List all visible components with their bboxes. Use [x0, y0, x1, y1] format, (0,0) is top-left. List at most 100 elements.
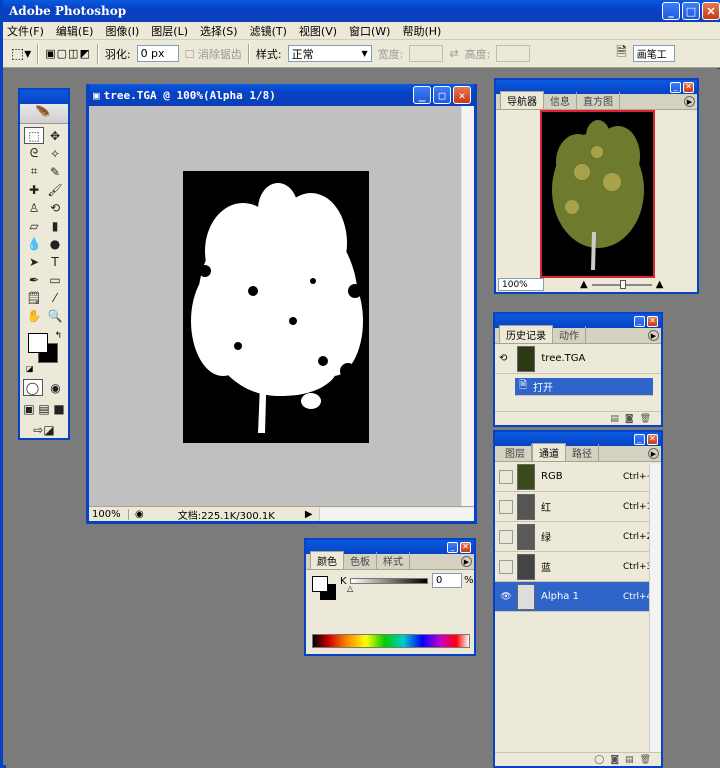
- channel-row-red[interactable]: 红 Ctrl+1: [495, 492, 661, 522]
- jump-to-imageready-icon[interactable]: ⇨◪: [26, 421, 62, 438]
- tab-histogram[interactable]: 直方图: [577, 92, 620, 109]
- load-channel-as-selection-icon[interactable]: ◯: [594, 755, 604, 765]
- gradient-tool-icon[interactable]: ▮: [45, 217, 65, 234]
- palette-well-icon[interactable]: 🗎: [616, 43, 626, 65]
- foreground-color-swatch[interactable]: [28, 333, 48, 353]
- create-snapshot-icon[interactable]: ◙: [625, 414, 634, 424]
- blur-tool-icon[interactable]: 💧: [24, 235, 44, 252]
- channels-close-button[interactable]: ✕: [647, 433, 658, 445]
- k-value-input[interactable]: 0: [432, 573, 462, 588]
- menu-file[interactable]: 文件(F): [7, 23, 44, 39]
- navigator-thumbnail[interactable]: [540, 110, 655, 278]
- tab-layers[interactable]: 图层: [499, 444, 532, 461]
- move-tool-icon[interactable]: ✥: [45, 127, 65, 144]
- delete-state-icon[interactable]: 🗑: [640, 414, 651, 424]
- lasso-tool-icon[interactable]: ᘓ: [24, 145, 44, 162]
- feather-input[interactable]: 0 px: [136, 45, 179, 62]
- width-input[interactable]: [409, 45, 444, 62]
- eraser-tool-icon[interactable]: ▱: [24, 217, 44, 234]
- channels-minimize-button[interactable]: _: [634, 433, 645, 445]
- new-channel-icon[interactable]: ▤: [625, 755, 634, 765]
- history-snapshot[interactable]: ⟲ tree.TGA: [495, 344, 661, 374]
- type-tool-icon[interactable]: T: [45, 253, 65, 270]
- zoom-out-icon[interactable]: ▲: [580, 279, 588, 290]
- clone-stamp-tool-icon[interactable]: ♙: [24, 199, 44, 216]
- tab-history[interactable]: 历史记录: [499, 325, 553, 343]
- navigator-zoom-input[interactable]: 100%: [498, 278, 544, 291]
- document-title-bar[interactable]: ▣ tree.TGA @ 100%(Alpha 1/8) _ □ ✕: [89, 84, 474, 106]
- style-select[interactable]: 正常 ▼: [287, 45, 372, 62]
- eye-icon[interactable]: 👁: [499, 590, 513, 604]
- app-title-bar[interactable]: Adobe Photoshop _ □ ✕: [3, 0, 720, 22]
- canvas-area[interactable]: [89, 106, 461, 509]
- history-brush-source-icon[interactable]: ⟲: [499, 353, 507, 364]
- default-colors-icon[interactable]: ◪: [26, 364, 34, 373]
- slice-tool-icon[interactable]: ✎: [45, 163, 65, 180]
- full-screen-mode-icon[interactable]: ■: [52, 400, 66, 417]
- eyedropper-tool-icon[interactable]: ⁄: [45, 289, 65, 306]
- zoom-slider-thumb[interactable]: [619, 279, 626, 289]
- menu-help[interactable]: 帮助(H): [402, 23, 441, 39]
- k-slider-thumb[interactable]: △: [347, 584, 353, 593]
- status-arrow-icon[interactable]: ▶: [305, 509, 313, 520]
- selection-mode-icons[interactable]: ▣▢◫◩: [45, 47, 91, 60]
- standard-mode-icon[interactable]: ◯: [22, 379, 43, 396]
- history-menu-icon[interactable]: ▶: [648, 330, 659, 341]
- color-close-button[interactable]: ✕: [460, 541, 471, 553]
- color-spectrum-ramp[interactable]: [312, 634, 470, 648]
- tab-channels[interactable]: 通道: [532, 443, 566, 461]
- zoom-level[interactable]: 100%: [89, 508, 129, 520]
- maximize-button[interactable]: □: [682, 2, 700, 20]
- marquee-tool-icon[interactable]: ⬚: [24, 127, 44, 144]
- color-menu-icon[interactable]: ▶: [461, 556, 472, 567]
- history-brush-tool-icon[interactable]: ⟲: [45, 199, 65, 216]
- tab-swatches[interactable]: 色板: [344, 552, 377, 569]
- status-menu-icon[interactable]: ◉: [135, 509, 144, 520]
- crop-tool-icon[interactable]: ⌗: [24, 163, 44, 180]
- path-selection-tool-icon[interactable]: ➤: [24, 253, 44, 270]
- doc-minimize-button[interactable]: _: [413, 86, 431, 104]
- tab-paths[interactable]: 路径: [566, 444, 599, 461]
- visibility-toggle[interactable]: [499, 499, 513, 514]
- navigator-minimize-button[interactable]: _: [670, 81, 681, 93]
- visibility-toggle[interactable]: [499, 529, 513, 544]
- hand-tool-icon[interactable]: ✋: [24, 307, 44, 324]
- channel-row-rgb[interactable]: RGB Ctrl+~: [495, 462, 661, 492]
- menu-edit[interactable]: 编辑(E): [56, 23, 94, 39]
- delete-channel-icon[interactable]: 🗑: [640, 755, 651, 765]
- toolbox-title-bar[interactable]: [20, 90, 68, 104]
- k-slider-track[interactable]: [350, 578, 428, 584]
- menu-window[interactable]: 窗口(W): [349, 23, 390, 39]
- swap-icon[interactable]: ⇄: [449, 47, 458, 60]
- channel-row-alpha-1[interactable]: 👁 Alpha 1 Ctrl+4: [495, 582, 661, 612]
- tab-color[interactable]: 颜色: [310, 551, 344, 569]
- full-screen-menu-mode-icon[interactable]: ▤: [37, 400, 51, 417]
- pen-tool-icon[interactable]: ✒: [24, 271, 44, 288]
- channel-row-green[interactable]: 绿 Ctrl+2: [495, 522, 661, 552]
- standard-screen-mode-icon[interactable]: ▣: [22, 400, 36, 417]
- menu-view[interactable]: 视图(V): [299, 23, 337, 39]
- tab-navigator[interactable]: 导航器: [500, 91, 544, 109]
- navigator-zoom-slider[interactable]: [591, 279, 652, 289]
- swap-colors-icon[interactable]: ↰: [54, 331, 62, 341]
- dodge-tool-icon[interactable]: ●: [45, 235, 65, 252]
- history-step[interactable]: 🗎 打开: [515, 378, 653, 396]
- close-button[interactable]: ✕: [702, 2, 720, 20]
- photoshop-feather-icon[interactable]: 🪶: [20, 104, 68, 124]
- doc-maximize-button[interactable]: □: [433, 86, 451, 104]
- alpha-channel-image[interactable]: [183, 171, 369, 443]
- channel-row-blue[interactable]: 蓝 Ctrl+3: [495, 552, 661, 582]
- magic-wand-tool-icon[interactable]: ✧: [45, 145, 65, 162]
- horizontal-scrollbar[interactable]: [318, 507, 474, 521]
- channels-menu-icon[interactable]: ▶: [648, 448, 659, 459]
- menu-layer[interactable]: 图层(L): [151, 23, 188, 39]
- tab-actions[interactable]: 动作: [553, 326, 586, 343]
- navigator-close-button[interactable]: ✕: [683, 81, 694, 93]
- history-minimize-button[interactable]: _: [634, 315, 645, 327]
- zoom-in-icon[interactable]: ▲: [656, 279, 664, 290]
- tab-info[interactable]: 信息: [544, 92, 577, 109]
- healing-brush-tool-icon[interactable]: ✚: [24, 181, 44, 198]
- save-selection-as-channel-icon[interactable]: ◙: [610, 755, 619, 765]
- minimize-button[interactable]: _: [662, 2, 680, 20]
- workspace-button[interactable]: 画笔工: [632, 45, 675, 62]
